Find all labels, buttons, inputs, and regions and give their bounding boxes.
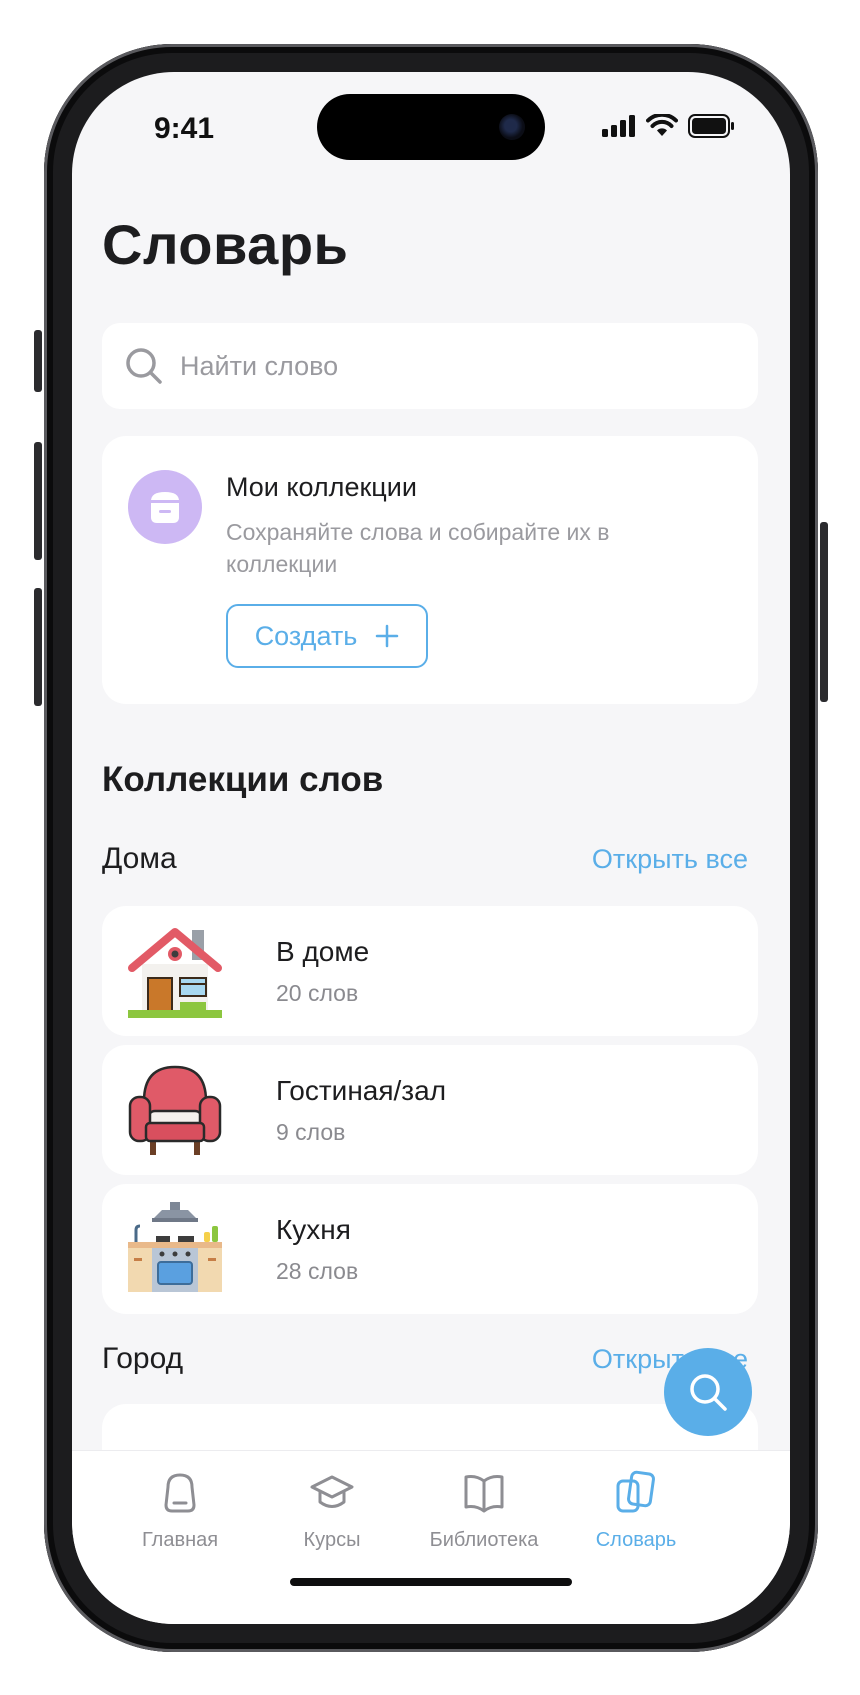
- camera-icon: [499, 114, 525, 140]
- collection-name: В доме: [276, 936, 370, 967]
- group-title-city: Город: [102, 1342, 184, 1375]
- app-screen: 9:41 Словарь Найти слово Мои коллекции С…: [72, 72, 790, 1624]
- cellular-signal-icon: [602, 115, 635, 137]
- collections-card-description: Сохраняйте слова и собирайте их в коллек…: [226, 519, 610, 577]
- search-icon: [690, 1374, 727, 1411]
- home-indicator: [290, 1578, 572, 1586]
- collection-word-count: 28 слов: [276, 1258, 359, 1284]
- page-title: Словарь: [102, 213, 349, 276]
- jar-icon: [151, 492, 179, 523]
- status-time: 9:41: [154, 112, 215, 145]
- section-title: Коллекции слов: [102, 760, 384, 799]
- tab-label: Словарь: [595, 1529, 677, 1551]
- tab-label: Курсы: [303, 1529, 361, 1551]
- search-input[interactable]: [178, 349, 702, 383]
- collection-word-count: 20 слов: [276, 980, 359, 1006]
- cards-icon: [616, 1470, 655, 1513]
- search-icon: [126, 348, 162, 384]
- search-fab-button[interactable]: [664, 1348, 752, 1436]
- collections-card-title: Мои коллекции: [226, 472, 417, 502]
- collection-name: Кухня: [276, 1214, 351, 1245]
- dynamic-island: [317, 94, 545, 160]
- armchair-icon: [128, 1065, 222, 1155]
- tab-dictionary[interactable]: Словарь: [556, 1467, 716, 1552]
- status-icons: [602, 114, 736, 138]
- tab-label: Главная: [141, 1529, 219, 1551]
- kitchen-icon: [128, 1202, 222, 1292]
- tab-library[interactable]: Библиотека: [404, 1467, 564, 1552]
- mute-switch: [34, 330, 42, 392]
- collections-avatar: [128, 470, 202, 544]
- my-collections-card: Мои коллекции Сохраняйте слова и собирай…: [102, 436, 758, 704]
- collection-item-in-house[interactable]: В доме 20 слов: [102, 906, 758, 1036]
- volume-down-button: [34, 588, 42, 706]
- home-icon: [164, 1473, 196, 1513]
- search-bar[interactable]: [102, 323, 758, 409]
- power-button: [820, 522, 828, 702]
- graduation-cap-icon: [310, 1475, 354, 1508]
- plus-icon: [376, 624, 399, 648]
- tab-home[interactable]: Главная: [100, 1467, 260, 1552]
- create-collection-button[interactable]: Создать: [226, 604, 428, 668]
- create-button-label: Создать: [254, 620, 358, 651]
- tab-label: Библиотека: [429, 1529, 539, 1551]
- collection-item-kitchen[interactable]: Кухня 28 слов: [102, 1184, 758, 1314]
- volume-up-button: [34, 442, 42, 560]
- wifi-icon: [646, 114, 678, 136]
- open-all-home-link[interactable]: Открыть все: [592, 844, 748, 875]
- book-icon: [464, 1475, 504, 1513]
- tab-courses[interactable]: Курсы: [252, 1467, 412, 1552]
- collection-item-living-room[interactable]: Гостиная/зал 9 слов: [102, 1045, 758, 1175]
- collection-word-count: 9 слов: [276, 1119, 346, 1145]
- house-icon: [128, 928, 222, 1018]
- group-title-home: Дома: [102, 842, 177, 875]
- collection-name: Гостиная/зал: [276, 1075, 447, 1106]
- tab-bar: Главная Курсы Библиотека Словарь: [72, 1450, 790, 1624]
- battery-icon: [688, 114, 734, 138]
